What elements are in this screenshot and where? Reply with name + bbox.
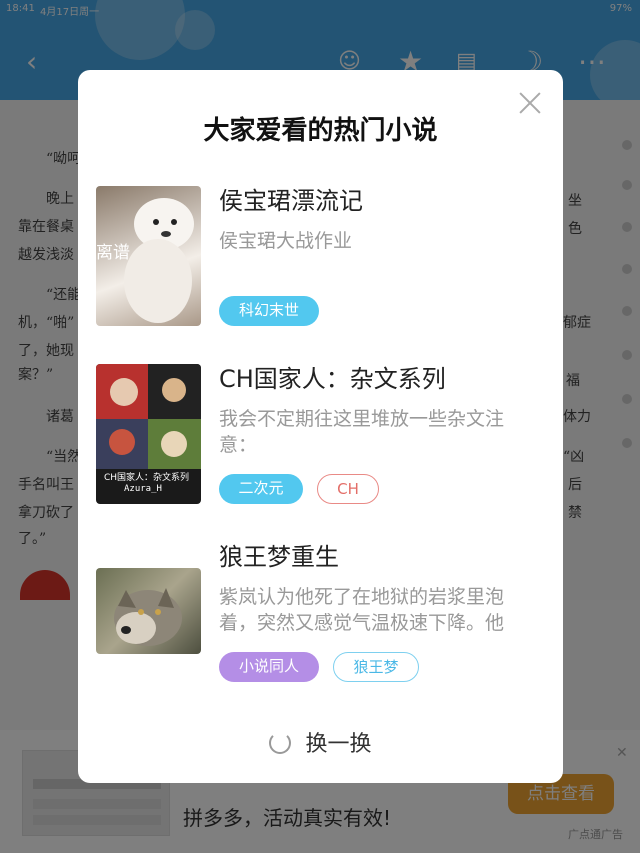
hot-novels-dialog: 大家爱看的热门小说 离谱 侯宝珺漂流记 侯宝珺大战作业 科幻末世 CH国家人：杂…	[78, 70, 563, 783]
refresh-button[interactable]: 换一换	[78, 726, 563, 757]
wolf-cover-art	[114, 588, 182, 646]
dialog-title: 大家爱看的热门小说	[203, 116, 438, 146]
book-desc: 侯宝珺大战作业	[219, 230, 353, 252]
book-tag[interactable]: 小说同人	[219, 652, 319, 682]
book-cover: CH国家人：杂文系列 Azura_H	[96, 364, 201, 504]
refresh-label: 换一换	[305, 732, 372, 757]
collage-cover-art	[96, 364, 201, 469]
book-item[interactable]: 狼王梦重生 紫岚认为他死了在地狱的岩浆里泡着，突然又感觉气温极速下降。他 小说同…	[96, 542, 546, 687]
cover-caption: CH国家人：杂文系列	[104, 473, 190, 483]
book-tag[interactable]: 科幻末世	[219, 296, 319, 326]
book-item[interactable]: CH国家人：杂文系列 Azura_H CH国家人：杂文系列 我会不定期往这里堆放…	[96, 364, 546, 509]
cover-author: Azura_H	[124, 484, 162, 494]
book-title: 侯宝珺漂流记	[219, 187, 363, 215]
book-item[interactable]: 离谱 侯宝珺漂流记 侯宝珺大战作业 科幻末世	[96, 186, 546, 331]
book-title: 狼王梦重生	[219, 543, 339, 571]
cover-caption: 离谱	[96, 243, 130, 263]
book-tag[interactable]: 二次元	[219, 474, 303, 504]
book-tag[interactable]: 狼王梦	[333, 652, 419, 682]
book-cover: 离谱	[96, 186, 201, 326]
book-cover	[96, 568, 201, 654]
book-desc: 紫岚认为他死了在地狱的岩浆里泡着，突然又感觉气温极速下降。他	[219, 586, 505, 634]
book-tag[interactable]: CH	[317, 474, 379, 504]
refresh-icon	[269, 732, 292, 754]
close-icon[interactable]	[515, 88, 545, 118]
book-title: CH国家人：杂文系列	[219, 365, 446, 393]
book-desc: 我会不定期往这里堆放一些杂文注意：	[219, 408, 505, 456]
